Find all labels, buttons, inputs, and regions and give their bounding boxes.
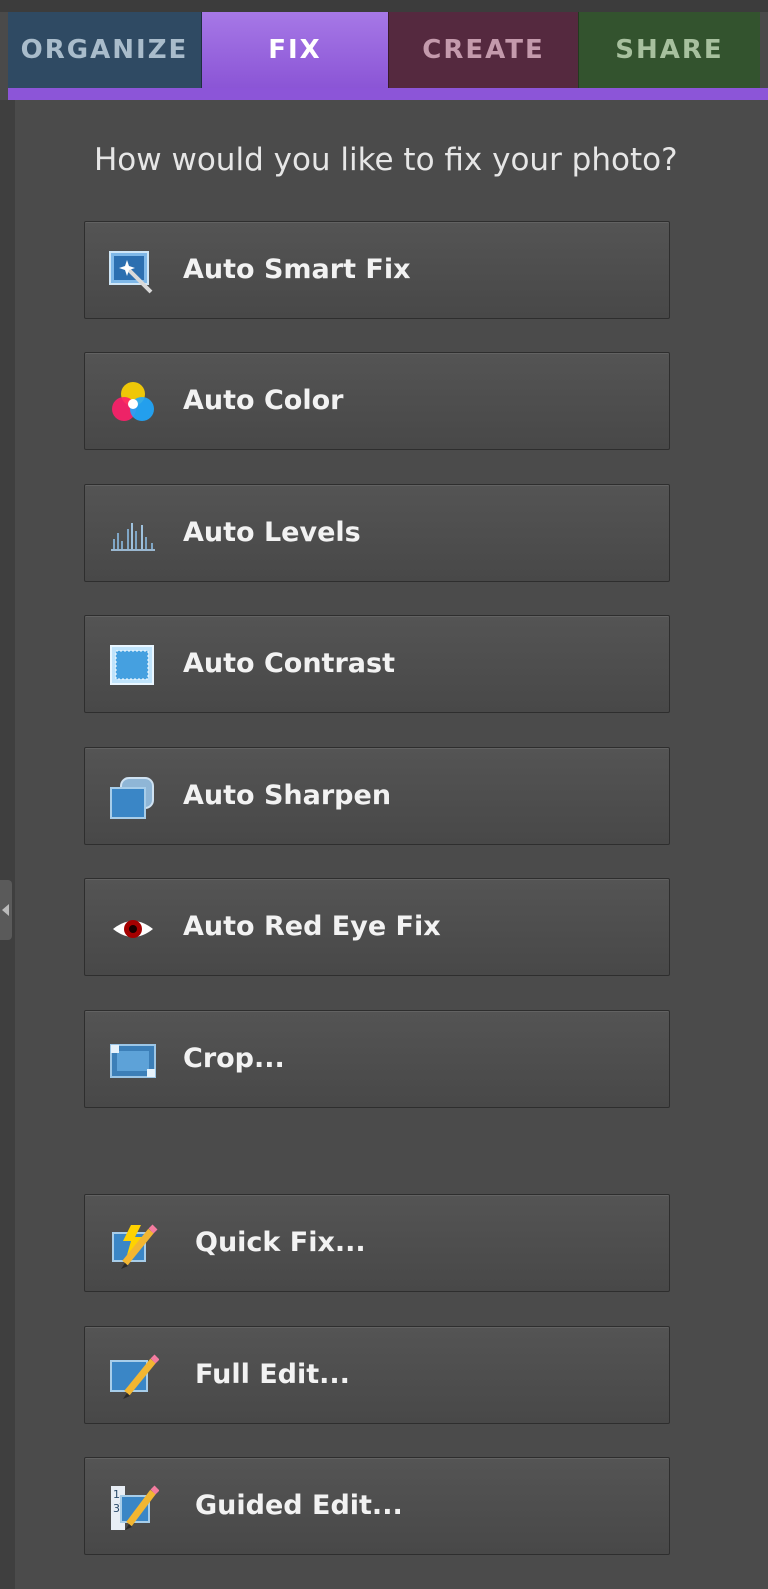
auto-smart-fix-button[interactable]: Auto Smart Fix <box>84 221 670 319</box>
tab-organize[interactable]: ORGANIZE <box>8 12 202 88</box>
full-edit-icon <box>110 1354 159 1399</box>
top-strip <box>0 0 768 12</box>
full-edit-label: Full Edit... <box>195 1359 350 1390</box>
auto-color-label: Auto Color <box>183 385 344 416</box>
auto-red-eye-fix-button[interactable]: Auto Red Eye Fix <box>84 878 670 976</box>
auto-levels-label: Auto Levels <box>183 517 361 548</box>
quick-fix-label: Quick Fix... <box>195 1227 366 1258</box>
color-wheel-icon <box>112 382 154 421</box>
auto-contrast-button[interactable]: Auto Contrast <box>84 615 670 713</box>
auto-smart-fix-icon <box>109 251 153 294</box>
mode-tabs: ORGANIZE FIX CREATE SHARE <box>8 12 768 88</box>
auto-sharpen-label: Auto Sharpen <box>183 780 392 811</box>
auto-color-button[interactable]: Auto Color <box>84 352 670 450</box>
crop-button[interactable]: Crop... <box>84 1010 670 1108</box>
sharpen-icon <box>110 777 154 819</box>
tab-create[interactable]: CREATE <box>388 12 578 88</box>
tab-share[interactable]: SHARE <box>578 12 760 88</box>
auto-sharpen-button[interactable]: Auto Sharpen <box>84 747 670 845</box>
active-tab-underline <box>8 88 768 100</box>
histogram-icon <box>111 523 155 551</box>
auto-red-eye-fix-label: Auto Red Eye Fix <box>183 911 441 942</box>
guided-edit-button[interactable]: 1 3 2 Guided Edit... <box>84 1457 670 1555</box>
crop-label: Crop... <box>183 1043 285 1074</box>
crop-icon <box>110 1044 156 1078</box>
collapse-panel-handle[interactable] <box>0 880 12 940</box>
guided-edit-icon: 1 3 2 <box>111 1485 159 1530</box>
auto-contrast-label: Auto Contrast <box>183 648 395 679</box>
tab-fix[interactable]: FIX <box>202 12 388 88</box>
full-edit-button[interactable]: Full Edit... <box>84 1326 670 1424</box>
red-eye-icon <box>113 920 153 938</box>
quick-fix-button[interactable]: Quick Fix... <box>84 1194 670 1292</box>
quick-fix-icon <box>112 1224 158 1269</box>
guided-edit-label: Guided Edit... <box>195 1490 403 1521</box>
contrast-icon <box>110 645 154 685</box>
fix-prompt: How would you like to fix your photo? <box>94 142 678 178</box>
auto-levels-button[interactable]: Auto Levels <box>84 484 670 582</box>
panel-left-edge <box>0 100 15 1589</box>
auto-smart-fix-label: Auto Smart Fix <box>183 254 411 285</box>
